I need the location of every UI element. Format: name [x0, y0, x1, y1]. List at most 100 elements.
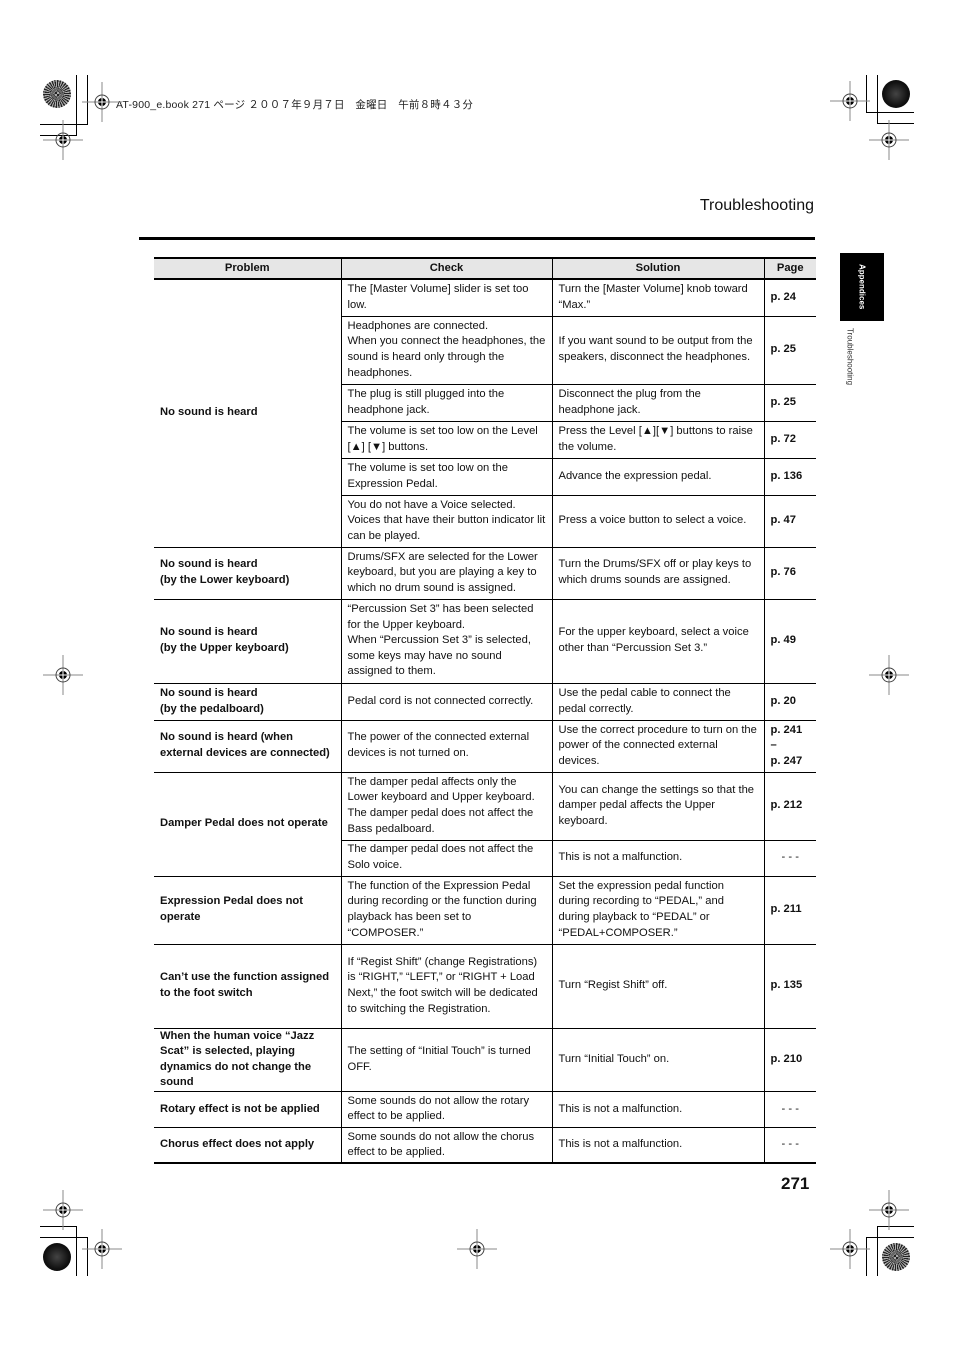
- check-cell: The power of the connected external devi…: [340, 719, 553, 773]
- troubleshooting-table: Problem Check Solution Page No sound is …: [154, 257, 816, 1165]
- problem-cell: No sound is heard: [154, 278, 342, 548]
- solution-cell: Turn the [Master Volume] knob toward “Ma…: [551, 278, 765, 317]
- solution-cell: Use the pedal cable to connect the pedal…: [551, 682, 765, 721]
- problem-cell: Expression Pedal does not operate: [154, 875, 342, 945]
- solution-cell: Use the correct procedure to turn on the…: [551, 719, 765, 773]
- check-cell: If “Regist Shift” (change Registrations)…: [340, 943, 553, 1029]
- registration-mark-icon: [43, 655, 83, 695]
- table-row: No sound is heard (by the pedalboard) Pe…: [154, 682, 816, 721]
- crop-line: [877, 1226, 878, 1276]
- solution-cell: This is not a malfunction.: [551, 1090, 765, 1128]
- solution-cell: If you want sound to be output from the …: [551, 315, 765, 385]
- table-row: No sound is heard The [Master Volume] sl…: [154, 278, 816, 548]
- header-rule: [139, 237, 815, 240]
- crop-line: [76, 1226, 77, 1276]
- section-tab-label: Appendices: [840, 253, 884, 321]
- page-reference: p. 20: [763, 682, 816, 721]
- problem-cell: No sound is heard (by the Lower keyboard…: [154, 546, 342, 600]
- problem-cell: Damper Pedal does not operate: [154, 771, 342, 877]
- crop-line: [40, 1237, 88, 1238]
- column-header-page: Page: [763, 257, 816, 280]
- registration-mark-icon: [869, 1190, 909, 1230]
- check-cell: Pedal cord is not connected correctly.: [340, 682, 553, 721]
- page-reference: p. 212: [763, 771, 816, 841]
- solution-cell: Press a voice button to select a voice.: [551, 494, 765, 548]
- check-cell: The volume is set too low on the Express…: [341, 457, 553, 496]
- registration-mark-icon: [43, 1190, 83, 1230]
- registration-mark-icon: [82, 82, 122, 122]
- check-cell: The setting of “Initial Touch” is turned…: [340, 1027, 553, 1092]
- problem-cell: Can’t use the function assigned to the f…: [154, 943, 342, 1029]
- table-row: No sound is heard (by the Upper keyboard…: [154, 598, 816, 684]
- check-cell: Some sounds do not allow the rotary effe…: [340, 1090, 553, 1128]
- column-header-problem: Problem: [154, 257, 342, 280]
- page-reference: p. 210: [763, 1027, 816, 1092]
- registration-mark-icon: [82, 1229, 122, 1269]
- problem-cell: Rotary effect is not be applied: [154, 1090, 342, 1128]
- check-cell: You do not have a Voice selected. Voices…: [341, 494, 553, 548]
- check-cell: The [Master Volume] slider is set too lo…: [340, 278, 553, 317]
- solution-cell: You can change the settings so that the …: [551, 771, 765, 841]
- problem-cell: No sound is heard (when external devices…: [154, 719, 342, 773]
- solution-cell: Set the expression pedal function during…: [551, 875, 765, 945]
- check-cell: Headphones are connected. When you conne…: [341, 315, 553, 385]
- table-header-row: Problem Check Solution Page: [154, 257, 816, 280]
- page-reference: p. 136: [763, 457, 816, 496]
- column-header-check: Check: [340, 257, 553, 280]
- page-reference: p. 72: [763, 420, 816, 459]
- check-cell: “Percussion Set 3” has been selected for…: [340, 598, 553, 684]
- page-reference: - - -: [763, 1126, 816, 1165]
- color-target-icon: [882, 80, 910, 108]
- check-cell: Drums/SFX are selected for the Lower key…: [340, 546, 553, 600]
- solution-cell: For the upper keyboard, select a voice o…: [551, 598, 765, 684]
- solution-cell: This is not a malfunction.: [551, 839, 765, 877]
- check-cell: The damper pedal does not affect the Sol…: [341, 839, 553, 877]
- table-row: No sound is heard (when external devices…: [154, 719, 816, 773]
- check-cell: The plug is still plugged into the headp…: [341, 383, 553, 422]
- check-cell: The damper pedal affects only the Lower …: [340, 771, 553, 841]
- page-number: 271: [781, 1174, 810, 1193]
- color-target-icon: [882, 1243, 910, 1271]
- registration-mark-icon: [869, 655, 909, 695]
- registration-mark-icon: [830, 81, 870, 121]
- crop-line: [866, 112, 914, 113]
- color-target-icon: [43, 1243, 71, 1271]
- problem-cell: No sound is heard (by the Upper keyboard…: [154, 598, 342, 684]
- check-cell: The function of the Expression Pedal dur…: [340, 875, 553, 945]
- solution-cell: Advance the expression pedal.: [551, 457, 765, 496]
- solution-cell: This is not a malfunction.: [551, 1126, 765, 1165]
- table-row: Expression Pedal does not operate The fu…: [154, 875, 816, 945]
- crop-line: [866, 1237, 914, 1238]
- page-reference: p. 47: [763, 494, 816, 548]
- print-slug: AT-900_e.book 271 ページ ２００７年９月７日 金曜日 午前８時…: [116, 99, 474, 111]
- crop-line: [877, 75, 878, 124]
- page-reference: - - -: [763, 1090, 816, 1128]
- subsection-tab-label: Troubleshooting: [840, 328, 860, 408]
- problem-cell: Chorus effect does not apply: [154, 1126, 342, 1165]
- check-cell: Some sounds do not allow the chorus effe…: [340, 1126, 553, 1165]
- page-reference: p. 241 – p. 247: [763, 719, 816, 773]
- table-row: Chorus effect does not apply Some sounds…: [154, 1126, 816, 1165]
- subsection-tab-text: Troubleshooting: [845, 328, 855, 386]
- page-reference: p. 49: [763, 598, 816, 684]
- page-reference: p. 211: [763, 875, 816, 945]
- solution-cell: Turn “Regist Shift” off.: [551, 943, 765, 1029]
- table-row: Can’t use the function assigned to the f…: [154, 943, 816, 1029]
- table-row: No sound is heard (by the Lower keyboard…: [154, 546, 816, 600]
- table-row: Rotary effect is not be applied Some sou…: [154, 1090, 816, 1128]
- page-reference: p. 76: [763, 546, 816, 600]
- registration-mark-icon: [43, 120, 83, 160]
- solution-cell: Turn the Drums/SFX off or play keys to w…: [551, 546, 765, 600]
- running-header-title: Troubleshooting: [699, 197, 814, 214]
- color-target-icon: [43, 80, 71, 108]
- registration-mark-icon: [830, 1229, 870, 1269]
- page-reference: - - -: [763, 839, 816, 877]
- solution-cell: Turn “Initial Touch” on.: [551, 1027, 765, 1092]
- section-tab-text: Appendices: [857, 264, 867, 310]
- registration-mark-icon: [457, 1229, 497, 1269]
- registration-mark-icon: [869, 120, 909, 160]
- table-row: Damper Pedal does not operate The damper…: [154, 771, 816, 877]
- page-reference: p. 25: [763, 383, 816, 422]
- column-header-solution: Solution: [551, 257, 765, 280]
- problem-cell: No sound is heard (by the pedalboard): [154, 682, 342, 721]
